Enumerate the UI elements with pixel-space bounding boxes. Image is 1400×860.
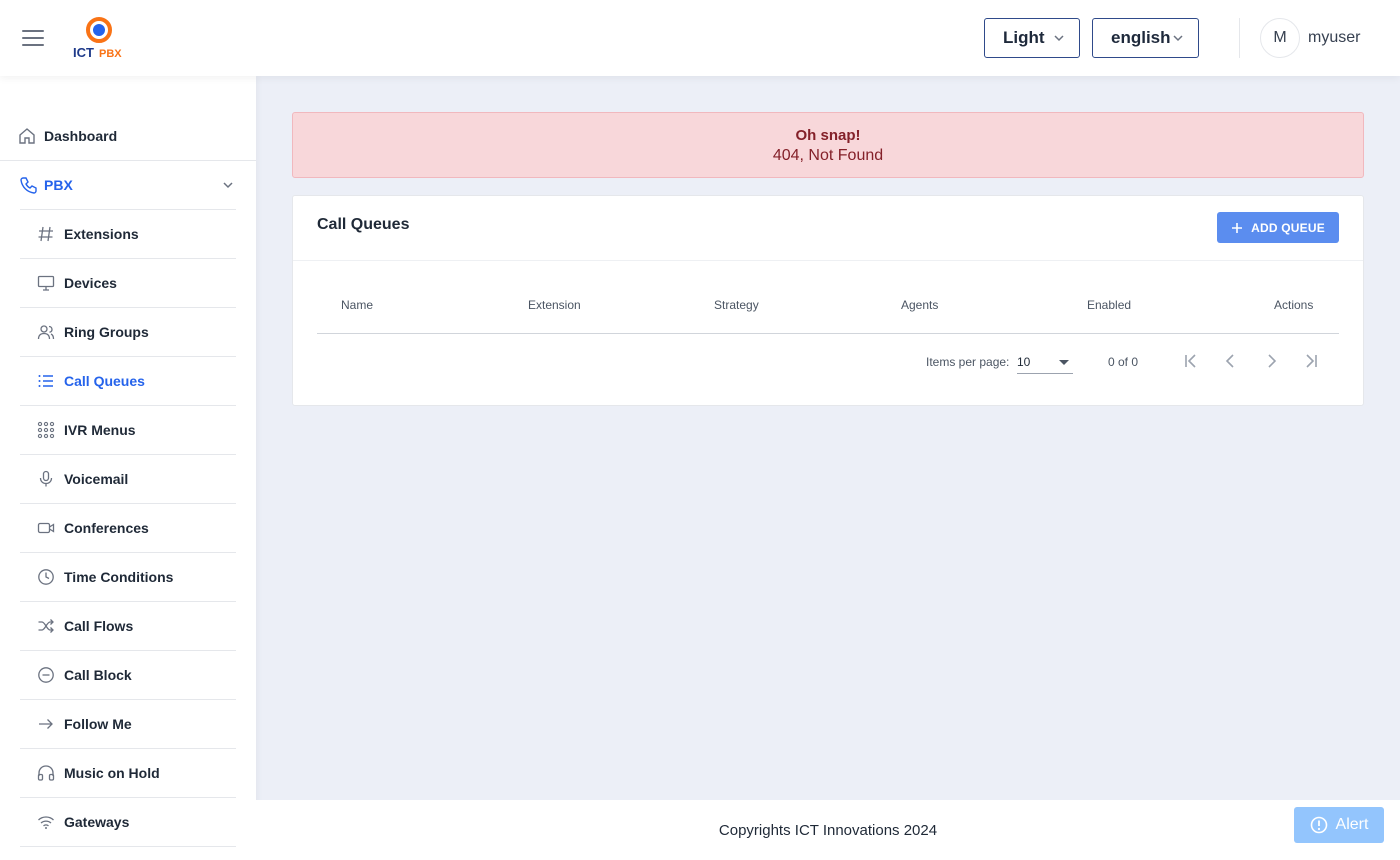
sidebar-item-label: Voicemail bbox=[64, 471, 129, 487]
sidebar-item-pbx[interactable]: PBX bbox=[20, 161, 236, 210]
chevron-down-icon bbox=[1173, 35, 1183, 42]
sidebar-item-call-block[interactable]: Call Block bbox=[20, 651, 236, 700]
plus-icon bbox=[1232, 222, 1243, 233]
sidebar-item-label: Extensions bbox=[64, 226, 139, 242]
column-header-extension[interactable]: Extension bbox=[528, 298, 581, 312]
previous-page-button[interactable] bbox=[1220, 350, 1242, 372]
alert-circle-icon bbox=[1310, 816, 1327, 834]
sidebar-item-devices[interactable]: Devices bbox=[20, 259, 236, 308]
video-icon bbox=[36, 518, 56, 538]
sidebar-item-label: Follow Me bbox=[64, 716, 132, 732]
caret-down-icon bbox=[1059, 360, 1069, 365]
items-per-page-label: Items per page: bbox=[926, 355, 1010, 369]
sidebar-item-ring-groups[interactable]: Ring Groups bbox=[20, 308, 236, 357]
wifi-icon bbox=[36, 812, 56, 832]
clock-icon bbox=[36, 567, 56, 587]
phone-icon bbox=[20, 176, 38, 194]
add-queue-label: ADD QUEUE bbox=[1251, 220, 1325, 235]
chevron-down-icon bbox=[223, 182, 233, 189]
sidebar-item-label: PBX bbox=[44, 177, 73, 193]
sidebar-item-label: Music on Hold bbox=[64, 765, 160, 781]
header-divider bbox=[1239, 18, 1240, 58]
chevron-down-icon bbox=[1054, 35, 1064, 42]
sidebar-item-time-conditions[interactable]: Time Conditions bbox=[20, 553, 236, 602]
svg-text:PBX: PBX bbox=[99, 48, 122, 60]
card-divider bbox=[293, 260, 1363, 261]
sidebar-item-ivr-menus[interactable]: IVR Menus bbox=[20, 406, 236, 455]
username[interactable]: myuser bbox=[1308, 29, 1360, 47]
headphones-icon bbox=[36, 763, 56, 783]
sidebar-item-gateways[interactable]: Gateways bbox=[20, 798, 236, 847]
last-page-button[interactable] bbox=[1300, 350, 1322, 372]
add-queue-button[interactable]: ADD QUEUE bbox=[1217, 212, 1339, 243]
sidebar-item-label: Call Flows bbox=[64, 618, 134, 634]
pbx-submenu: Extensions Devices Ring Groups Call Queu… bbox=[20, 210, 236, 847]
sidebar-item-voicemail[interactable]: Voicemail bbox=[20, 455, 236, 504]
next-page-button[interactable] bbox=[1260, 350, 1282, 372]
svg-text:ICT: ICT bbox=[73, 45, 94, 60]
sidebar-item-dashboard[interactable]: Dashboard bbox=[0, 112, 256, 161]
items-per-page-value: 10 bbox=[1017, 355, 1031, 369]
sidebar-item-label: Time Conditions bbox=[64, 569, 174, 585]
language-select[interactable]: english bbox=[1092, 18, 1199, 58]
footer: Copyrights ICT Innovations 2024 bbox=[256, 800, 1400, 860]
theme-select-value: Light bbox=[1003, 28, 1045, 47]
sidebar-item-label: IVR Menus bbox=[64, 422, 136, 438]
alert-button[interactable]: Alert bbox=[1294, 807, 1384, 843]
sidebar-item-follow-me[interactable]: Follow Me bbox=[20, 700, 236, 749]
chevron-left-icon bbox=[1225, 354, 1234, 368]
sidebar-item-extensions[interactable]: Extensions bbox=[20, 210, 236, 259]
microphone-icon bbox=[36, 469, 56, 489]
sidebar-item-music-on-hold[interactable]: Music on Hold bbox=[20, 749, 236, 798]
sidebar-item-label: Call Block bbox=[64, 667, 132, 683]
alert-button-label: Alert bbox=[1335, 816, 1369, 833]
monitor-icon bbox=[36, 273, 56, 293]
page-title: Call Queues bbox=[317, 216, 410, 233]
last-page-icon bbox=[1306, 354, 1317, 368]
sidebar-item-label: Dashboard bbox=[44, 128, 118, 144]
pagination-range: 0 of 0 bbox=[1108, 355, 1139, 369]
home-icon bbox=[18, 127, 36, 145]
language-select-value: english bbox=[1111, 28, 1171, 47]
column-header-actions: Actions bbox=[1274, 298, 1314, 312]
ict-pbx-logo[interactable]: ICT PBX bbox=[72, 16, 126, 62]
list-icon bbox=[36, 371, 56, 391]
sidebar-item-label: Conferences bbox=[64, 520, 149, 536]
sidebar-item-call-flows[interactable]: Call Flows bbox=[20, 602, 236, 651]
first-page-icon bbox=[1185, 354, 1196, 368]
sidebar-item-label: Devices bbox=[64, 275, 117, 291]
column-header-agents[interactable]: Agents bbox=[901, 298, 938, 312]
avatar[interactable]: M bbox=[1260, 18, 1300, 58]
top-header: ICT PBX Light english M myuser bbox=[0, 0, 1400, 76]
sidebar-item-label: Call Queues bbox=[64, 373, 145, 389]
arrow-right-icon bbox=[36, 714, 56, 734]
sidebar-item-call-queues[interactable]: Call Queues bbox=[20, 357, 236, 406]
hash-icon bbox=[36, 224, 56, 244]
column-header-name[interactable]: Name bbox=[341, 298, 373, 312]
sidebar-item-conferences[interactable]: Conferences bbox=[20, 504, 236, 553]
minus-circle-icon bbox=[36, 665, 56, 685]
sidebar-item-label: Gateways bbox=[64, 814, 130, 830]
users-icon bbox=[36, 322, 56, 342]
alert-title: Oh snap! bbox=[795, 127, 861, 144]
items-per-page-select[interactable]: 10 bbox=[1017, 351, 1073, 374]
sidebar: Dashboard PBX Extensions Devices Ring Gr… bbox=[0, 76, 256, 860]
table-header-divider bbox=[317, 333, 1339, 334]
call-queues-card: Call Queues ADD QUEUE Name Extension Str… bbox=[292, 195, 1364, 406]
first-page-button[interactable] bbox=[1180, 350, 1202, 372]
column-header-strategy[interactable]: Strategy bbox=[714, 298, 759, 312]
copyright-text: Copyrights ICT Innovations 2024 bbox=[718, 822, 938, 839]
sidebar-item-label: Ring Groups bbox=[64, 324, 149, 340]
shuffle-icon bbox=[36, 616, 56, 636]
column-header-enabled[interactable]: Enabled bbox=[1087, 298, 1131, 312]
alert-message: 404, Not Found bbox=[772, 147, 884, 164]
theme-select[interactable]: Light bbox=[984, 18, 1080, 58]
hamburger-menu-icon[interactable] bbox=[22, 28, 46, 48]
chevron-right-icon bbox=[1268, 354, 1277, 368]
keypad-icon bbox=[36, 420, 56, 440]
error-alert: Oh snap! 404, Not Found bbox=[292, 112, 1364, 178]
